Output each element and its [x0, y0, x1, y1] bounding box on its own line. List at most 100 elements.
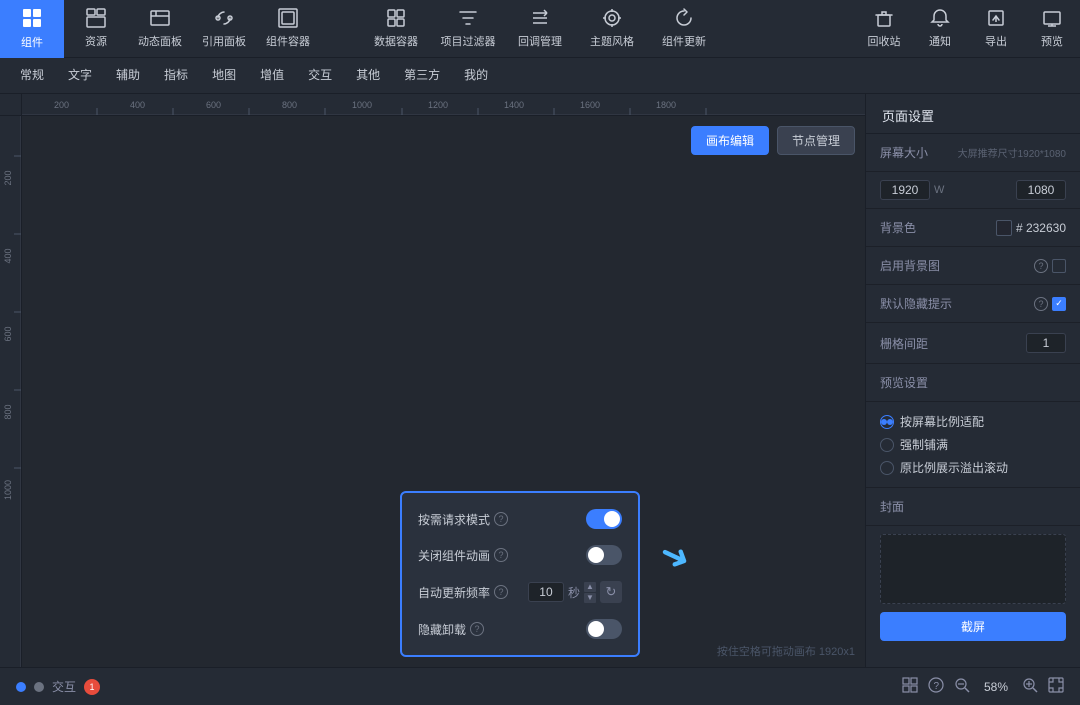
bg-color-swatch[interactable]	[996, 220, 1012, 236]
dynamic-label: 动态面板	[138, 33, 182, 49]
tab-mine[interactable]: 我的	[452, 58, 500, 94]
grid-gap-label: 栅格间距	[880, 335, 928, 352]
toolbar-item-dynamic[interactable]: 动态面板	[128, 0, 192, 58]
filter-label: 项目过滤器	[441, 33, 496, 49]
badge-container: 1	[84, 679, 100, 695]
toolbar-item-preview[interactable]: 预览	[1024, 0, 1080, 58]
tab-text[interactable]: 文字	[56, 58, 104, 94]
data-container-label: 数据容器	[374, 33, 418, 49]
toolbar-item-theme[interactable]: 主题风格	[576, 0, 648, 58]
bg-color-input-row: # 232630	[996, 220, 1066, 236]
tab-map[interactable]: 地图	[200, 58, 248, 94]
hidden-unload-toggle[interactable]	[586, 619, 622, 639]
close-animation-info-icon[interactable]: ?	[494, 548, 508, 562]
svg-text:1600: 1600	[580, 100, 600, 110]
toolbar-item-update[interactable]: 组件更新	[648, 0, 720, 58]
preview-scroll-label: 强制铺满	[900, 436, 948, 453]
toolbar-item-container[interactable]: 组件容器	[256, 0, 320, 58]
tab-other[interactable]: 其他	[344, 58, 392, 94]
tab-assist[interactable]: 辅助	[104, 58, 152, 94]
top-toolbar: 组件 资源 动态面板	[0, 0, 1080, 58]
request-mode-info-icon[interactable]: ?	[494, 512, 508, 526]
tab-third[interactable]: 第三方	[392, 58, 452, 94]
status-dot-active	[16, 682, 26, 692]
node-manage-button[interactable]: 节点管理	[777, 126, 855, 155]
canvas-edit-button[interactable]: 画布编辑	[691, 126, 769, 155]
canvas-info: 按住空格可拖动画布 1920x1	[717, 643, 855, 659]
svg-text:600: 600	[206, 100, 221, 110]
fit-screen-icon[interactable]	[1048, 677, 1064, 697]
enable-bg-label: 启用背景图	[880, 257, 940, 274]
help-icon[interactable]: ?	[928, 677, 944, 697]
freq-up-arrow[interactable]: ▲	[584, 582, 596, 592]
toolbar-item-export[interactable]: 导出	[968, 0, 1024, 58]
grid-gap-input[interactable]	[1026, 333, 1066, 353]
cover-area	[880, 534, 1066, 604]
preview-ratio-radio[interactable]	[880, 415, 894, 429]
svg-text:200: 200	[3, 170, 13, 185]
preview-ratio-label: 按屏幕比例适配	[900, 413, 984, 430]
reference-icon	[214, 8, 234, 31]
zoom-out-icon[interactable]	[954, 677, 970, 697]
panel-title: 页面设置	[866, 94, 1080, 134]
tab-indicator[interactable]: 指标	[152, 58, 200, 94]
tab-interact[interactable]: 交互	[296, 58, 344, 94]
zoom-percentage: 58%	[980, 680, 1012, 694]
ruler-vertical: 200 400 600 800 1000	[0, 116, 22, 667]
preview-original-row[interactable]: 原比例展示溢出滚动	[880, 456, 1066, 479]
close-animation-knob	[588, 547, 604, 563]
hide-hint-info-icon[interactable]: ?	[1034, 297, 1048, 311]
grid-icon[interactable]	[902, 677, 918, 697]
zoom-value-display: 58%	[980, 680, 1012, 694]
toolbar-right: 回收站 通知 导出	[856, 0, 1080, 57]
svg-text:800: 800	[282, 100, 297, 110]
bg-color-label: 背景色	[880, 219, 916, 236]
export-label: 导出	[985, 33, 1007, 49]
toolbar-item-data-container[interactable]: 数据容器	[360, 0, 432, 58]
toolbar-item-filter[interactable]: 项目过滤器	[432, 0, 504, 58]
request-mode-toggle[interactable]	[586, 509, 622, 529]
svg-text:600: 600	[3, 326, 13, 341]
toolbar-item-resource[interactable]: 资源	[64, 0, 128, 58]
enable-bg-controls: ?	[1034, 259, 1066, 273]
enable-bg-info-icon[interactable]: ?	[1034, 259, 1048, 273]
preview-ratio-row[interactable]: 按屏幕比例适配	[880, 410, 1066, 433]
enable-bg-checkbox[interactable]	[1052, 259, 1066, 273]
container-icon	[278, 8, 298, 31]
close-animation-toggle[interactable]	[586, 545, 622, 565]
zoom-in-icon[interactable]	[1022, 677, 1038, 697]
tab-increment[interactable]: 增值	[248, 58, 296, 94]
width-input[interactable]	[880, 180, 930, 200]
height-input[interactable]	[1016, 180, 1066, 200]
toolbar-center: 数据容器 项目过滤器 回调管理	[360, 0, 720, 57]
freq-input[interactable]	[528, 582, 564, 602]
toolbar-item-recycle[interactable]: 回收站	[856, 0, 912, 58]
tab-normal[interactable]: 常规	[8, 58, 56, 94]
export-icon	[986, 8, 1006, 31]
component-icon	[21, 7, 43, 32]
screen-size-hint: 大屏推荐尺寸1920*1080	[958, 145, 1066, 160]
hide-hint-label: 默认隐藏提示	[880, 295, 952, 312]
theme-label: 主题风格	[590, 33, 634, 49]
reload-button[interactable]: ↻	[600, 581, 622, 603]
popup-row-update-freq: 自动更新频率 ? 秒 ▲ ▼ ↻	[418, 581, 622, 603]
preview-original-radio[interactable]	[880, 461, 894, 475]
freq-unit: 秒	[568, 584, 580, 601]
hidden-unload-info-icon[interactable]: ?	[470, 622, 484, 636]
toolbar-item-notify[interactable]: 通知	[912, 0, 968, 58]
toolbar-item-reference[interactable]: 引用面板	[192, 0, 256, 58]
screenshot-button[interactable]: 截屏	[880, 612, 1066, 641]
toolbar-item-callback[interactable]: 回调管理	[504, 0, 576, 58]
toolbar-item-component[interactable]: 组件	[0, 0, 64, 58]
preview-scroll-row[interactable]: 强制铺满	[880, 433, 1066, 456]
bg-color-value[interactable]: # 232630	[1016, 221, 1066, 235]
hidden-unload-knob	[588, 621, 604, 637]
preview-scroll-radio[interactable]	[880, 438, 894, 452]
popup-panel: 按需请求模式 ? 关闭组件动画 ? 自动更新频率 ? 秒 ▲ ▼ ↻	[400, 491, 640, 657]
filter-icon	[458, 8, 478, 31]
update-icon	[674, 8, 694, 31]
freq-down-arrow[interactable]: ▼	[584, 593, 596, 603]
update-freq-info-icon[interactable]: ?	[494, 585, 508, 599]
status-dot-inactive	[34, 682, 44, 692]
hide-hint-checkbox[interactable]: ✓	[1052, 297, 1066, 311]
